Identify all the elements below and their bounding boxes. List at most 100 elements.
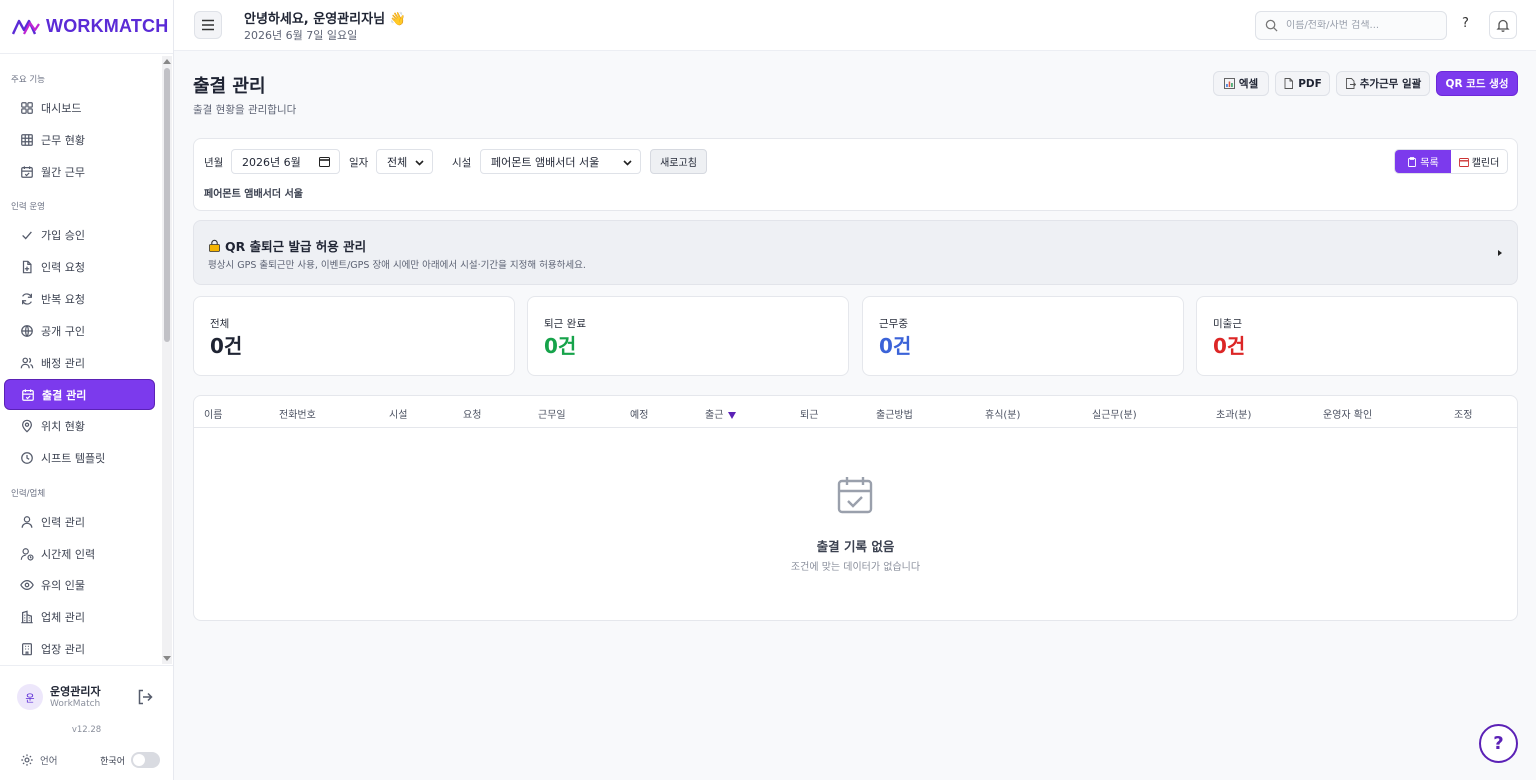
scroll-thumb[interactable]: [164, 68, 170, 342]
sort-desc-icon: [728, 411, 737, 419]
calendar-check-icon: [20, 387, 35, 402]
expand-arrow-icon[interactable]: [1498, 250, 1502, 256]
menu-button[interactable]: [194, 11, 222, 39]
column-header[interactable]: 이름: [204, 406, 222, 421]
overtime-bulk-button[interactable]: 추가근무 일괄: [1336, 71, 1430, 96]
sidebar-item-company[interactable]: 업체 관리: [4, 601, 155, 632]
column-header[interactable]: 운영자 확인: [1323, 406, 1372, 421]
refresh-icon: [19, 291, 34, 306]
globe-icon: [19, 323, 34, 338]
help-icon[interactable]: ?: [1462, 16, 1469, 31]
app-version: v12.28: [71, 725, 102, 735]
sidebar-item-label: 월간 근무: [41, 165, 85, 179]
calendar-view-button[interactable]: 캘린더: [1451, 150, 1507, 173]
column-header[interactable]: 출근방법: [876, 406, 913, 421]
sidebar-item-staff-manage[interactable]: 인력 관리: [4, 506, 155, 537]
document-icon: [1283, 78, 1294, 89]
sidebar-item-work-status[interactable]: 근무 현황: [4, 124, 155, 155]
table-header: 이름 전화번호 시설 요청 근무일 예정 출근 퇴근 출근방법 휴식(분) 실근…: [194, 396, 1517, 428]
chart-icon: [1223, 78, 1235, 89]
lock-icon: [209, 239, 220, 252]
sidebar-item-shift-template[interactable]: 시프트 템플릿: [4, 442, 155, 473]
workmatch-logo-icon: [12, 19, 40, 35]
pdf-button[interactable]: PDF: [1275, 71, 1330, 96]
qr-generate-label: QR 코드 생성: [1445, 78, 1509, 90]
sidebar-item-label: 인력 관리: [41, 515, 85, 529]
language-setting: 언어 한국어: [20, 751, 160, 769]
clipboard-icon: [1407, 156, 1417, 167]
month-input[interactable]: 2026년 6월: [231, 149, 340, 174]
scroll-down-arrow[interactable]: [163, 656, 171, 661]
sidebar-item-label: 시프트 템플릿: [41, 451, 106, 465]
qr-panel-title-text: QR 출퇴근 발급 허용 관리: [225, 239, 367, 254]
sidebar-item-signup-approval[interactable]: 가입 승인: [4, 219, 155, 250]
column-header[interactable]: 초과(분): [1216, 406, 1251, 421]
excel-button[interactable]: 엑셀: [1213, 71, 1269, 96]
search-box[interactable]: [1255, 11, 1447, 40]
chevron-down-icon: [415, 160, 424, 166]
language-toggle[interactable]: [131, 752, 160, 768]
brand-name: WORKMATCH: [46, 16, 169, 36]
section-title: 인력/업체: [11, 489, 46, 499]
column-header[interactable]: 근무일: [538, 406, 566, 421]
column-header[interactable]: 예정: [630, 406, 648, 421]
column-header[interactable]: 시설: [389, 406, 407, 421]
refresh-button[interactable]: 새로고침: [650, 149, 707, 174]
sidebar-item-monthly-work[interactable]: 월간 근무: [4, 156, 155, 187]
column-header-sorted[interactable]: 출근: [705, 406, 737, 421]
user-clock-icon: [19, 546, 34, 561]
logo[interactable]: WORKMATCH: [0, 0, 173, 54]
sidebar-item-label: 근무 현황: [41, 133, 85, 147]
stat-card-checked-out: 퇴근 완료 0건: [527, 296, 849, 376]
sidebar-item-label: 인력 요청: [41, 260, 85, 274]
map-pin-icon: [19, 418, 34, 433]
sidebar-item-assignment[interactable]: 배정 관리: [4, 347, 155, 378]
sidebar-item-public-hiring[interactable]: 공개 구인: [4, 315, 155, 346]
sidebar-item-label: 위치 현황: [41, 419, 85, 433]
sidebar-item-location[interactable]: 위치 현황: [4, 410, 155, 441]
notification-button[interactable]: [1489, 11, 1517, 39]
file-plus-icon: [19, 259, 34, 274]
qr-generate-button[interactable]: QR 코드 생성: [1436, 71, 1518, 96]
calendar-check-icon: [837, 477, 873, 514]
sidebar-item-dashboard[interactable]: 대시보드: [4, 92, 155, 123]
section-title: 인력 운영: [11, 202, 45, 212]
facility-select[interactable]: 페어몬트 앰배서더 서울: [480, 149, 641, 174]
check-icon: [19, 227, 34, 242]
bell-icon: [1496, 19, 1510, 32]
column-header-label: 출근: [705, 410, 724, 421]
building-icon: [19, 609, 34, 624]
stat-value: 0건: [1213, 334, 1246, 358]
empty-state-title: 출결 기록 없음: [816, 539, 895, 554]
stat-value: 0건: [544, 334, 577, 358]
sidebar-item-attendance[interactable]: 출결 관리: [4, 379, 155, 410]
search-input[interactable]: [1286, 20, 1436, 31]
column-header[interactable]: 전화번호: [279, 406, 316, 421]
pdf-label: PDF: [1298, 77, 1322, 90]
empty-state-subtitle: 조건에 맞는 데이터가 없습니다: [790, 562, 921, 573]
help-fab-button[interactable]: ?: [1479, 724, 1518, 763]
calendar-icon: [1458, 157, 1469, 167]
list-view-button[interactable]: 목록: [1395, 150, 1451, 173]
column-header[interactable]: 실근무(분): [1092, 406, 1137, 421]
sidebar-item-watchlist[interactable]: 유의 인물: [4, 569, 155, 600]
scroll-up-arrow[interactable]: [163, 59, 171, 64]
sidebar-item-repeat-request[interactable]: 반복 요청: [4, 283, 155, 314]
building-2-icon: [19, 641, 34, 656]
sidebar-item-label: 가입 승인: [41, 228, 85, 242]
day-label: 일자: [349, 157, 369, 169]
day-select[interactable]: 전체: [376, 149, 433, 174]
column-header[interactable]: 휴식(분): [985, 406, 1020, 421]
language-label: 언어: [40, 756, 58, 767]
qr-permission-panel[interactable]: QR 출퇴근 발급 허용 관리 평상시 GPS 출퇴근만 사용, 이벤트/GPS…: [193, 220, 1518, 285]
stat-card-absent: 미출근 0건: [1196, 296, 1518, 376]
column-header[interactable]: 퇴근: [800, 406, 818, 421]
logout-icon[interactable]: [136, 688, 154, 706]
sidebar-scrollbar[interactable]: [162, 56, 172, 664]
column-header[interactable]: 요청: [463, 406, 481, 421]
sidebar-item-part-time[interactable]: 시간제 인력: [4, 538, 155, 569]
column-header[interactable]: 조정: [1454, 406, 1472, 421]
sidebar-item-staff-request[interactable]: 인력 요청: [4, 251, 155, 282]
sidebar-item-workplace[interactable]: 업장 관리: [4, 633, 155, 664]
file-export-icon: [1345, 78, 1356, 89]
